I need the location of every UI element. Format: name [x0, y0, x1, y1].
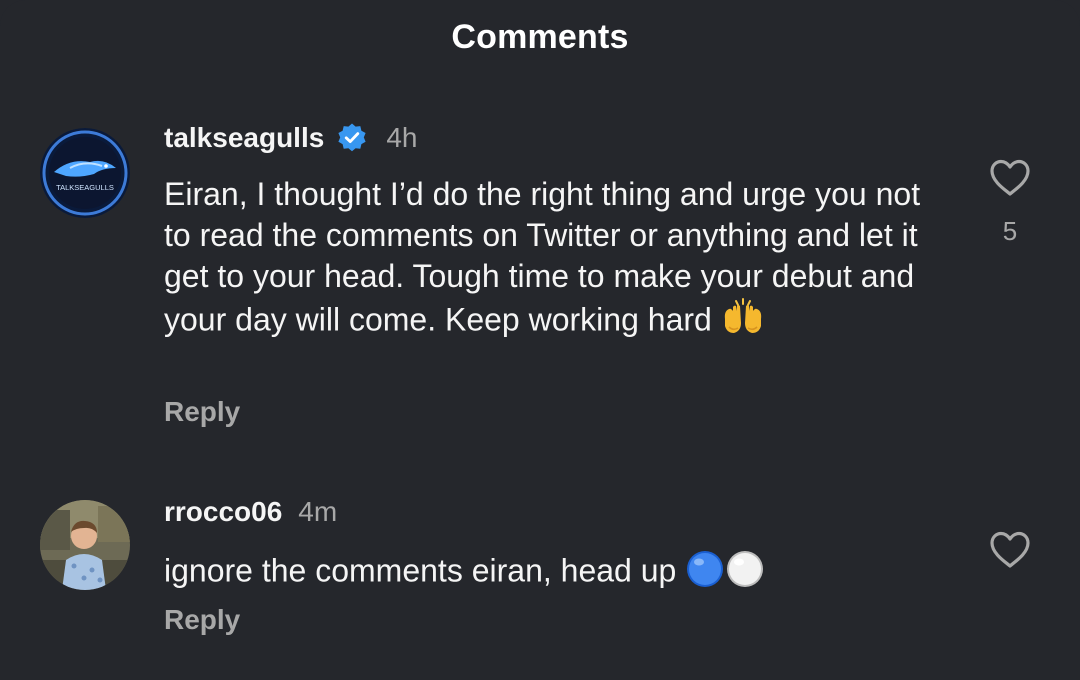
comment-time: 4h — [386, 122, 418, 153]
avatar[interactable] — [40, 500, 130, 590]
comment-meta: rrocco06 4m — [164, 496, 337, 528]
page-title: Comments — [451, 18, 629, 56]
avatar-logo-text: TALKSEAGULLS — [56, 183, 114, 192]
comment-text: ignore the comments eiran, head up — [164, 552, 677, 589]
comment-time: 4m — [298, 496, 338, 527]
rrocco06-avatar-image — [40, 500, 130, 590]
blue-circle-emoji-icon — [685, 548, 725, 598]
comment-meta: talkseagulls 4h — [164, 122, 417, 154]
comments-sheet: Comments TALKSEAGULLS talkseagulls 4h Ei… — [0, 0, 1080, 680]
username[interactable]: talkseagulls — [164, 122, 324, 154]
raising-hands-emoji-icon — [721, 297, 765, 347]
comment-text-block: Eiran, I thought I’d do the right thing … — [164, 174, 944, 347]
avatar[interactable]: TALKSEAGULLS — [40, 128, 130, 218]
reply-button[interactable]: Reply — [164, 396, 240, 428]
comment-text: Eiran, I thought I’d do the right thing … — [164, 176, 921, 338]
comment-text-block: ignore the comments eiran, head up — [164, 548, 944, 598]
username[interactable]: rrocco06 — [164, 496, 282, 528]
heart-icon[interactable] — [988, 530, 1032, 570]
heart-icon[interactable] — [988, 158, 1032, 198]
reply-button[interactable]: Reply — [164, 604, 240, 636]
verified-badge-icon — [336, 122, 368, 154]
like-count[interactable]: 5 — [980, 216, 1040, 247]
white-circle-emoji-icon — [725, 548, 765, 598]
talkseagulls-avatar-image: TALKSEAGULLS — [40, 128, 130, 218]
